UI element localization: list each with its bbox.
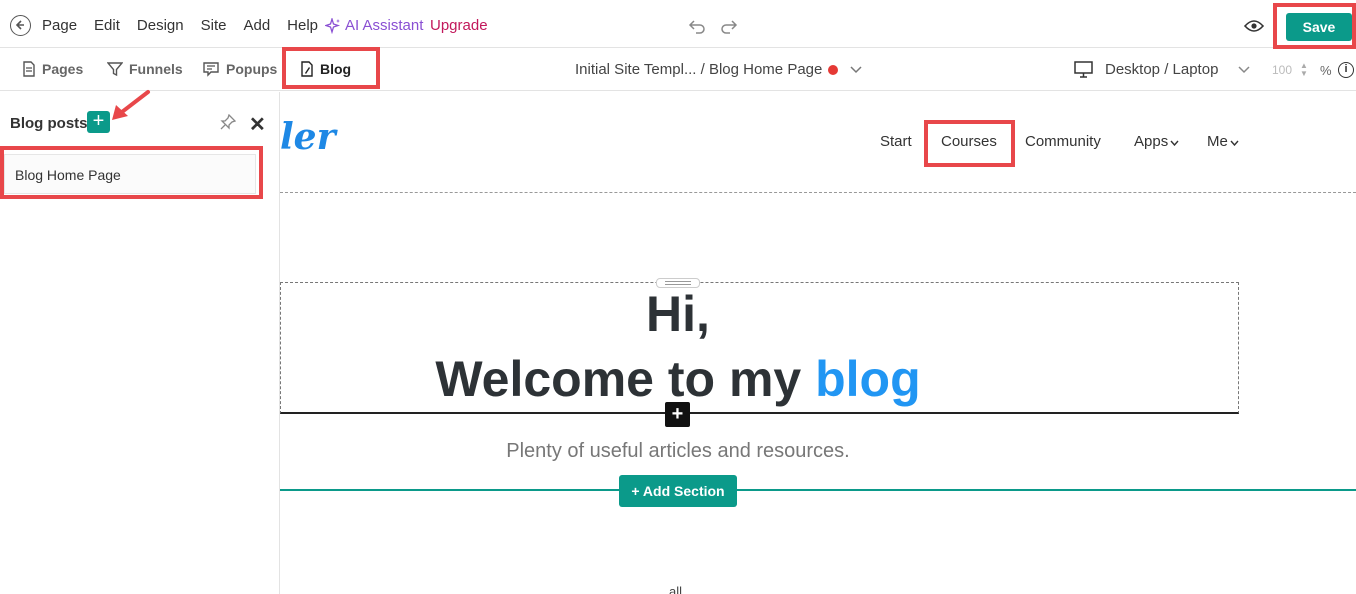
document-icon [23, 61, 35, 77]
main-menu: Page Edit Design Site Add Help [42, 17, 335, 34]
device-label: Desktop / Laptop [1105, 61, 1219, 78]
nav-apps[interactable]: Apps [1134, 133, 1179, 150]
info-icon[interactable]: i [1338, 62, 1354, 78]
menu-site[interactable]: Site [201, 17, 227, 34]
blog-tab-highlight-box [282, 47, 380, 89]
popup-icon [203, 62, 219, 77]
hero-greeting: Hi, [646, 286, 710, 342]
nav-apps-label: Apps [1134, 133, 1169, 150]
breadcrumb-text: Initial Site Templ... / Blog Home Page [575, 61, 823, 78]
funnel-icon [107, 62, 123, 77]
undo-icon[interactable] [688, 18, 706, 34]
close-icon[interactable]: ✕ [249, 112, 266, 137]
upgrade-link[interactable]: Upgrade [430, 17, 488, 34]
partial-text: all [669, 584, 683, 594]
chevron-down-icon [1238, 65, 1250, 73]
zoom-percent-label: % [1320, 63, 1332, 78]
nav-me-label: Me [1207, 133, 1228, 150]
post-highlight-box [0, 146, 263, 199]
menu-edit[interactable]: Edit [94, 17, 120, 34]
tab-funnels[interactable]: Funnels [107, 61, 183, 77]
pin-icon[interactable] [220, 114, 236, 130]
header-divider [280, 192, 1356, 193]
site-logo[interactable]: ler [280, 116, 336, 158]
redo-icon[interactable] [720, 18, 738, 34]
tab-pages[interactable]: Pages [22, 61, 83, 77]
add-element-button[interactable]: + [665, 402, 690, 427]
hero-heading: Welcome to my blog [280, 350, 1076, 408]
section-divider [280, 489, 1356, 491]
add-section-button[interactable]: + Add Section [619, 475, 737, 507]
save-button[interactable]: Save [1286, 13, 1352, 41]
monitor-icon [1074, 61, 1093, 78]
top-menu-bar: Page Edit Design Site Add Help AI Assist… [0, 3, 1356, 48]
zoom-input[interactable]: 100 [1268, 60, 1316, 82]
hero-subtitle: Plenty of useful articles and resources. [506, 440, 850, 462]
ai-assistant-label: AI Assistant [345, 17, 424, 34]
menu-design[interactable]: Design [137, 17, 184, 34]
chevron-down-icon [850, 65, 862, 73]
tab-popups-label: Popups [226, 61, 278, 77]
page-breadcrumb[interactable]: Initial Site Templ... / Blog Home Page [575, 61, 862, 78]
hero-highlight-word: blog [815, 351, 921, 407]
nav-start[interactable]: Start [880, 133, 912, 150]
unsaved-dot [828, 64, 839, 75]
panel-title: Blog posts [10, 115, 88, 132]
back-arrow-icon[interactable] [10, 15, 31, 36]
annotation-arrow-icon [112, 90, 150, 120]
courses-highlight-box [924, 120, 1015, 167]
tab-popups[interactable]: Popups [203, 61, 277, 77]
menu-page[interactable]: Page [42, 17, 77, 34]
menu-help[interactable]: Help [287, 17, 318, 34]
device-selector[interactable]: Desktop / Laptop [1074, 61, 1262, 78]
hero-heading-text: Welcome to my [435, 351, 816, 407]
menu-add[interactable]: Add [243, 17, 270, 34]
chevron-down-icon [1230, 140, 1239, 147]
preview-eye-icon[interactable] [1244, 19, 1264, 33]
tab-funnels-label: Funnels [129, 61, 183, 77]
nav-me[interactable]: Me [1207, 133, 1239, 150]
chevron-down-icon [1170, 140, 1179, 147]
tab-pages-label: Pages [42, 61, 84, 77]
zoom-stepper-icon[interactable]: ▲ ▼ [1300, 62, 1308, 78]
ai-assistant-button[interactable]: AI Assistant [325, 17, 423, 34]
nav-community[interactable]: Community [1025, 133, 1101, 150]
add-post-button[interactable]: + [87, 111, 110, 133]
sparkle-icon [325, 17, 341, 34]
